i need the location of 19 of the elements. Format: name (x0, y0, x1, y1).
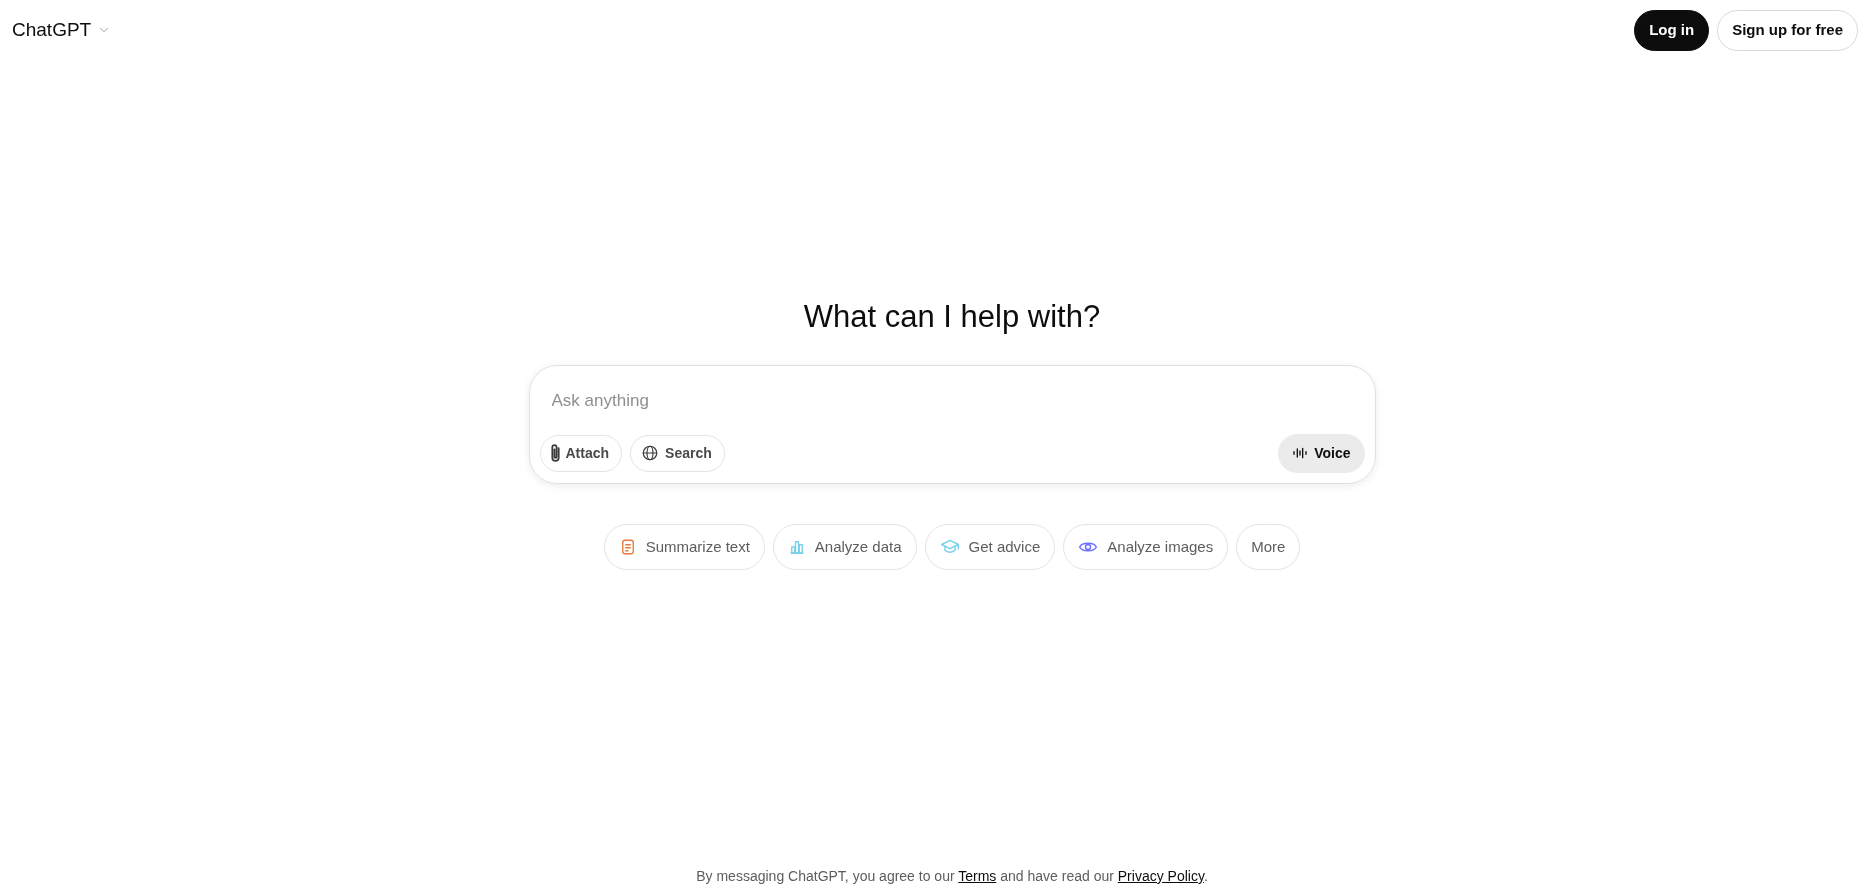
message-composer[interactable]: Ask anything Attach Search Voice (528, 365, 1376, 484)
model-selector[interactable]: ChatGPT (10, 10, 114, 51)
globe-icon (641, 444, 660, 463)
terms-notice: By messaging ChatGPT, you agree to our Terms and have read our Privacy Policy. (695, 867, 1209, 886)
suggestion-chip[interactable]: Summarize text (603, 523, 765, 571)
search-button[interactable]: Search (630, 434, 725, 472)
terms-link[interactable]: Terms (958, 868, 997, 884)
main-heading: What can I help with? (803, 298, 1101, 336)
suggestion-chip[interactable]: More (1236, 523, 1301, 571)
attach-button[interactable]: Attach (539, 434, 623, 472)
voice-button[interactable]: Voice (1278, 433, 1365, 473)
suggestion-chip[interactable]: Analyze images (1063, 523, 1229, 571)
suggestion-chip[interactable]: Get advice (924, 523, 1056, 571)
message-input[interactable]: Ask anything (539, 376, 1365, 434)
signup-button[interactable]: Sign up for free (1717, 10, 1858, 51)
login-button[interactable]: Log in (1634, 10, 1710, 51)
suggestion-chip[interactable]: Analyze data (772, 523, 917, 571)
privacy-policy-link[interactable]: Privacy Policy (1117, 868, 1204, 884)
paperclip-icon (550, 444, 560, 463)
